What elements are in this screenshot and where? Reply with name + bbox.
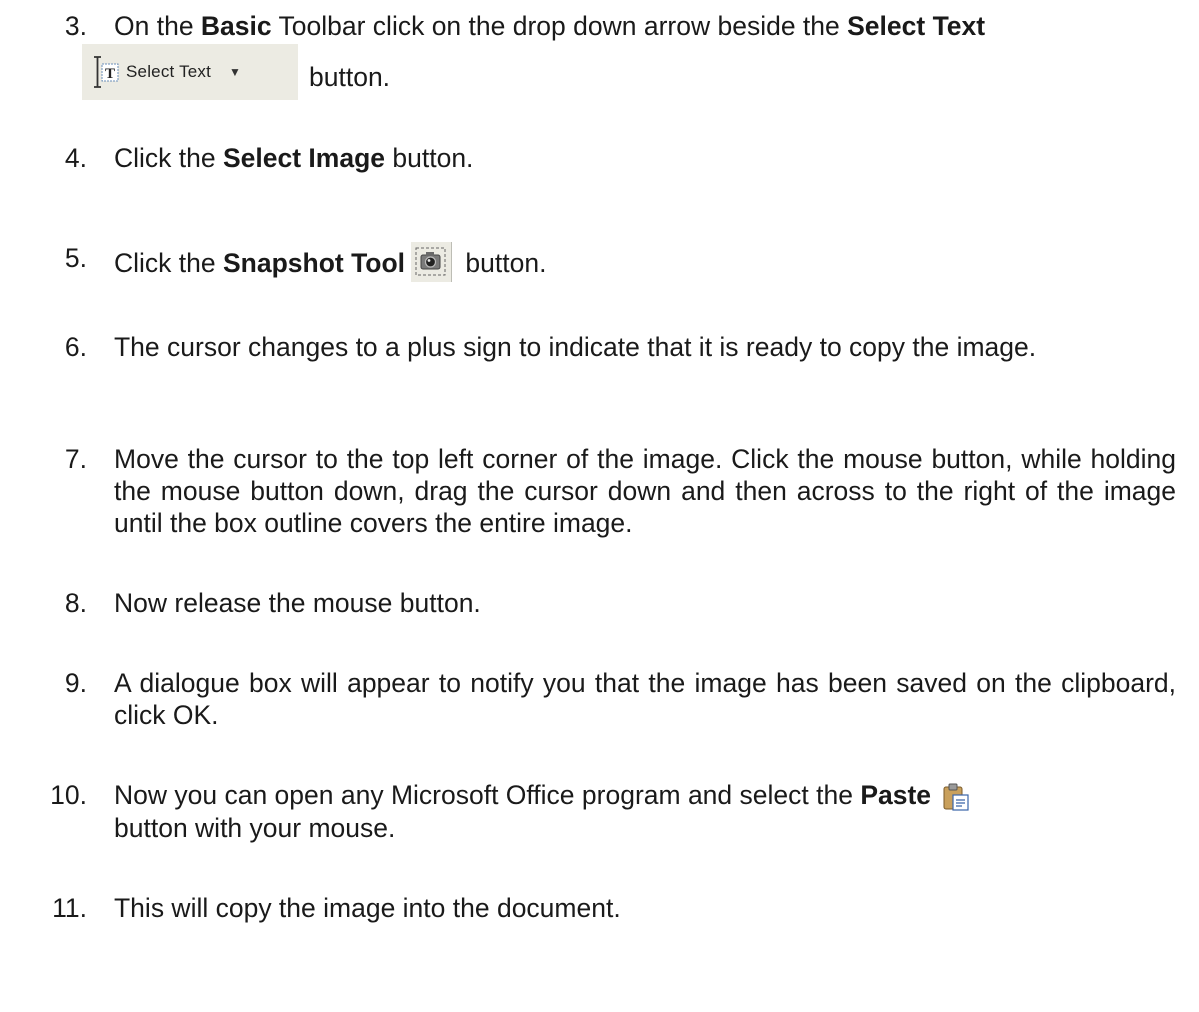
select-text-button[interactable]: T Select Text ▼ [82,44,298,100]
bold-term-select-text: Select Text [847,11,986,41]
snapshot-tool-icon[interactable] [411,242,453,282]
bold-term-paste: Paste [860,780,932,810]
step-number: 3. [64,11,87,41]
bold-term-snapshot-tool: Snapshot Tool [222,248,406,278]
step-text: A dialogue box will appear to notify you… [114,668,1176,730]
step-number: 5. [64,243,87,273]
step-text: Click the Snapshot Tool button. [114,242,1176,282]
step-number: 4. [64,143,87,173]
bold-term-basic: Basic [200,11,272,41]
paste-icon[interactable] [941,782,971,812]
svg-text:T: T [105,66,115,82]
step-text: Move the cursor to the top left corner o… [114,444,1176,538]
step-number: 11. [52,893,87,923]
step-number: 7. [64,444,87,474]
step-number: 9. [64,668,87,698]
select-text-icon: T [90,54,120,90]
step-text: On the Basic Toolbar click on the drop d… [114,11,986,41]
step-text: This will copy the image into the docume… [114,893,621,923]
step-number: 8. [64,588,87,618]
step-text: Now you can open any Microsoft Office pr… [114,779,1176,844]
step-text: The cursor changes to a plus sign to ind… [114,332,1037,362]
bold-term-select-image: Select Image [222,143,386,173]
step-text: Click the Select Image button. [114,143,474,173]
step-number: 10. [50,780,87,810]
dropdown-arrow-icon[interactable]: ▼ [229,56,241,88]
step-number: 6. [64,332,87,362]
step-text: Now release the mouse button. [114,588,481,618]
select-text-label: Select Text [126,62,212,81]
step-text-continued: button. [309,62,391,92]
